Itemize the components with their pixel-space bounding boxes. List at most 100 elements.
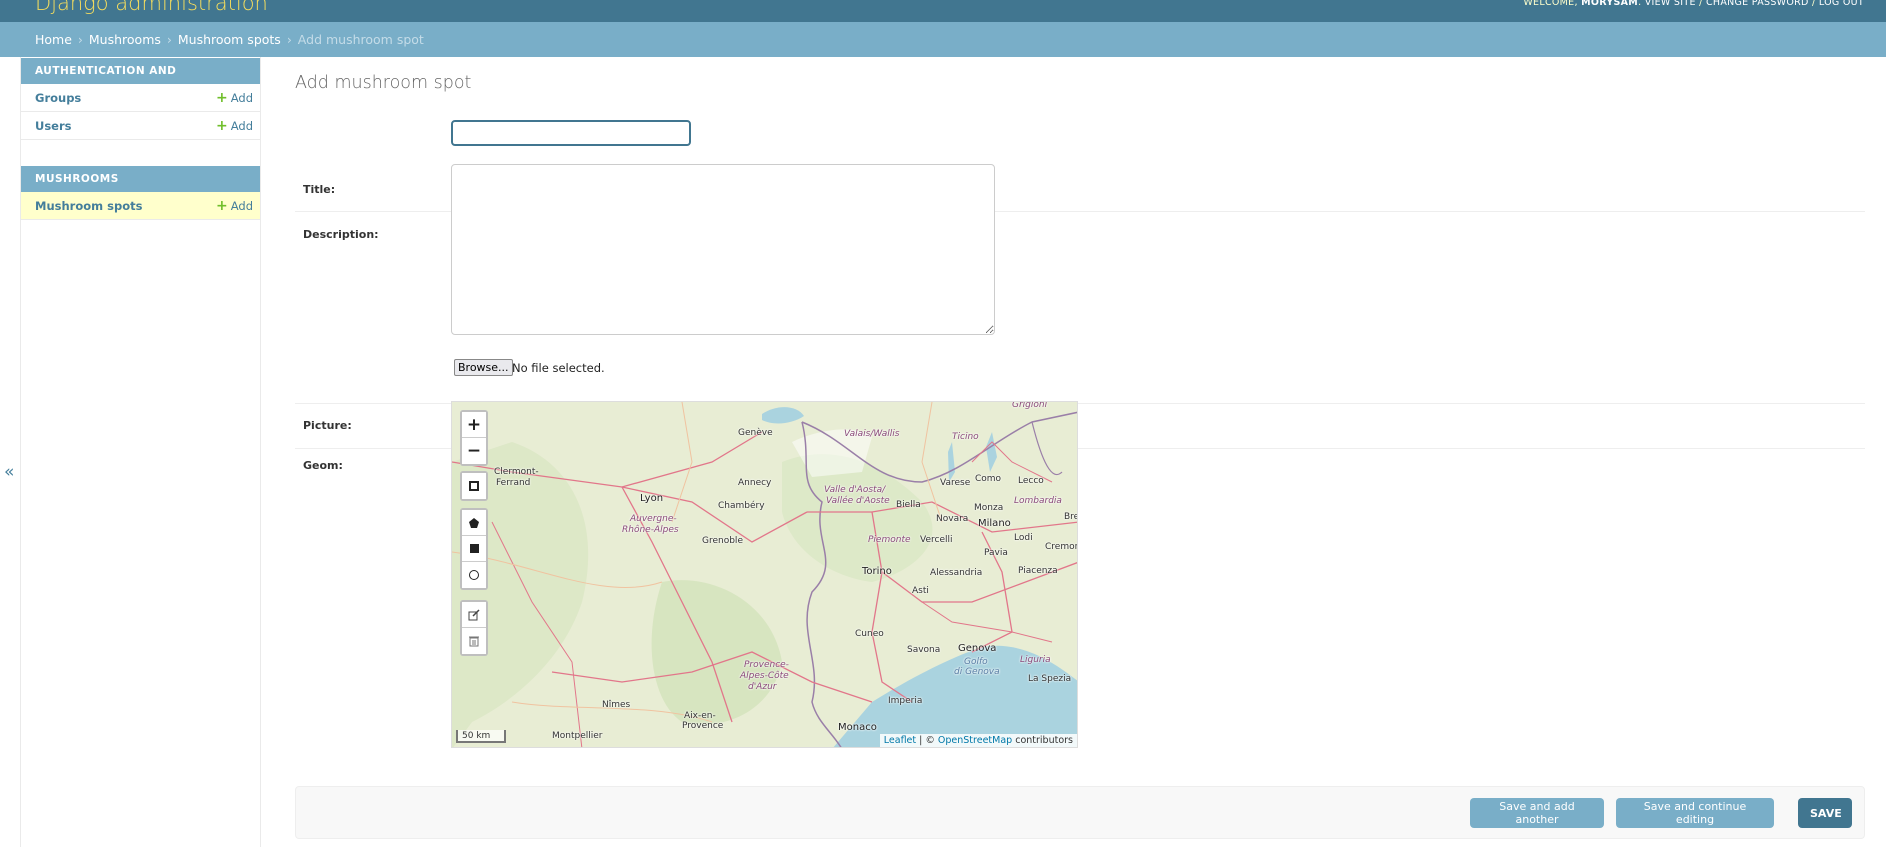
attribution-separator: | © [916, 735, 938, 746]
region-label: Lombardia [1014, 496, 1062, 506]
place-label: Cuneo [855, 629, 884, 639]
description-textarea[interactable] [451, 164, 995, 335]
save-and-continue-button[interactable]: Save and continue editing [1616, 798, 1774, 828]
place-label: Bre [1064, 512, 1078, 522]
place-label: Grenoble [702, 536, 743, 546]
add-users-link[interactable]: + Add [216, 112, 253, 140]
site-name-link[interactable]: Django administration [35, 0, 268, 15]
sidebar-item-label[interactable]: Groups [35, 91, 81, 105]
sidebar-item-label[interactable]: Users [35, 119, 72, 133]
zoom-out-button[interactable]: − [462, 438, 486, 464]
add-label: Add [230, 119, 253, 133]
log-out-link[interactable]: LOG OUT [1819, 0, 1864, 8]
plus-icon: + [216, 198, 228, 214]
place-label: Como [975, 474, 1002, 484]
draw-rectangle-button[interactable] [462, 536, 486, 562]
place-label: Alessandria [930, 568, 983, 578]
draw-polygon-button[interactable] [462, 510, 486, 536]
place-label: Milano [978, 518, 1011, 529]
region-label: Valle d'Aosta/ [824, 485, 886, 495]
sidebar-item-mushroom-spots: Mushroom spots + Add [21, 192, 260, 220]
edit-control [460, 600, 488, 656]
module-caption[interactable]: Mushrooms [21, 166, 260, 192]
sidebar-item-groups: Groups + Add [21, 84, 260, 112]
region-label: Piemonte [868, 535, 911, 545]
sidebar-item-users: Users + Add [21, 112, 260, 140]
place-label: Annecy [738, 478, 772, 488]
breadcrumb: Home › Mushrooms › Mushroom spots › Add … [0, 22, 1886, 57]
place-label: Lecco [1018, 476, 1044, 486]
map-widget[interactable]: Genève Valais/Wallis Ticino Grigioni Cle… [451, 401, 1078, 748]
region-label: Rhône-Alpes [622, 525, 679, 535]
add-groups-link[interactable]: + Add [216, 84, 253, 112]
place-label: Savona [907, 645, 941, 655]
square-marker-icon [469, 481, 479, 491]
app-module-auth: Authentication and Authorization Groups … [21, 58, 260, 140]
add-label: Add [230, 199, 253, 213]
toggle-nav-sidebar-button[interactable]: « [4, 462, 14, 482]
save-button[interactable]: SAVE [1798, 798, 1852, 828]
sea-label: Golfo [964, 657, 988, 667]
place-label: Novara [936, 514, 969, 524]
edit-icon [468, 608, 480, 620]
app-module-mushrooms: Mushrooms Mushroom spots + Add [21, 166, 260, 220]
region-label: Grigioni [1012, 401, 1048, 410]
welcome-text: WELCOME, [1523, 0, 1578, 8]
save-and-add-another-button[interactable]: Save and add another [1470, 798, 1604, 828]
username: MORYSAM [1581, 0, 1639, 8]
region-label: Vallée d'Aoste [826, 496, 890, 506]
breadcrumb-separator: › [286, 32, 292, 47]
geom-label: Geom: [303, 459, 343, 472]
circle-icon [469, 570, 479, 580]
scale-bar: 50 km [456, 730, 506, 743]
rectangle-icon [469, 544, 479, 553]
breadcrumb-home[interactable]: Home [35, 32, 72, 47]
delete-layers-button[interactable] [462, 628, 486, 654]
leaflet-link[interactable]: Leaflet [884, 735, 916, 746]
place-label: Imperia [888, 696, 923, 706]
place-label: Monaco [838, 722, 877, 733]
title-label: Title: [303, 183, 336, 196]
place-label: Nîmes [602, 700, 631, 710]
draw-marker-control [460, 471, 488, 501]
region-label: Liguria [1020, 655, 1051, 665]
sidebar-item-label[interactable]: Mushroom spots [35, 199, 142, 213]
region-label: Auvergne- [630, 514, 677, 524]
draw-circle-button[interactable] [462, 562, 486, 588]
place-label: Lodi [1014, 533, 1033, 543]
place-label: Piacenza [1018, 566, 1058, 576]
place-label: Aix-en- [684, 711, 716, 721]
view-site-link[interactable]: VIEW SITE [1645, 0, 1696, 8]
page-title: Add mushroom spot [295, 73, 472, 93]
header: Django administration WELCOME, MORYSAM. … [0, 0, 1886, 22]
map-tiles [452, 402, 1077, 747]
place-label: Montpellier [552, 731, 603, 741]
title-input[interactable] [451, 120, 691, 146]
add-mushroom-spot-link[interactable]: + Add [216, 192, 253, 220]
zoom-in-button[interactable]: + [462, 412, 486, 438]
breadcrumb-model[interactable]: Mushroom spots [178, 32, 281, 47]
submit-row: Save and add another Save and continue e… [295, 786, 1865, 839]
place-label: Clermont- [494, 467, 539, 477]
polygon-icon [469, 517, 479, 528]
region-label: Valais/Wallis [844, 429, 900, 439]
no-file-text: No file selected. [512, 361, 605, 375]
breadcrumb-app[interactable]: Mushrooms [89, 32, 161, 47]
browse-button[interactable]: Browse... [454, 359, 513, 376]
plus-icon: + [216, 118, 228, 134]
edit-layers-button[interactable] [462, 602, 486, 628]
place-label: Genève [738, 428, 773, 438]
change-password-link[interactable]: CHANGE PASSWORD [1706, 0, 1809, 8]
module-caption[interactable]: Authentication and Authorization [21, 58, 260, 103]
place-label: Ferrand [496, 478, 531, 488]
map-attribution: Leaflet | © OpenStreetMap contributors [879, 734, 1077, 747]
place-label: Chambéry [718, 501, 765, 511]
description-label: Description: [303, 228, 379, 241]
region-label: Ticino [952, 432, 979, 442]
place-label: Lyon [640, 493, 664, 504]
place-label: Genova [958, 643, 997, 654]
attribution-suffix: contributors [1012, 735, 1073, 746]
openstreetmap-link[interactable]: OpenStreetMap [938, 735, 1012, 746]
breadcrumb-separator: › [166, 32, 172, 47]
draw-square-marker-button[interactable] [462, 473, 486, 499]
